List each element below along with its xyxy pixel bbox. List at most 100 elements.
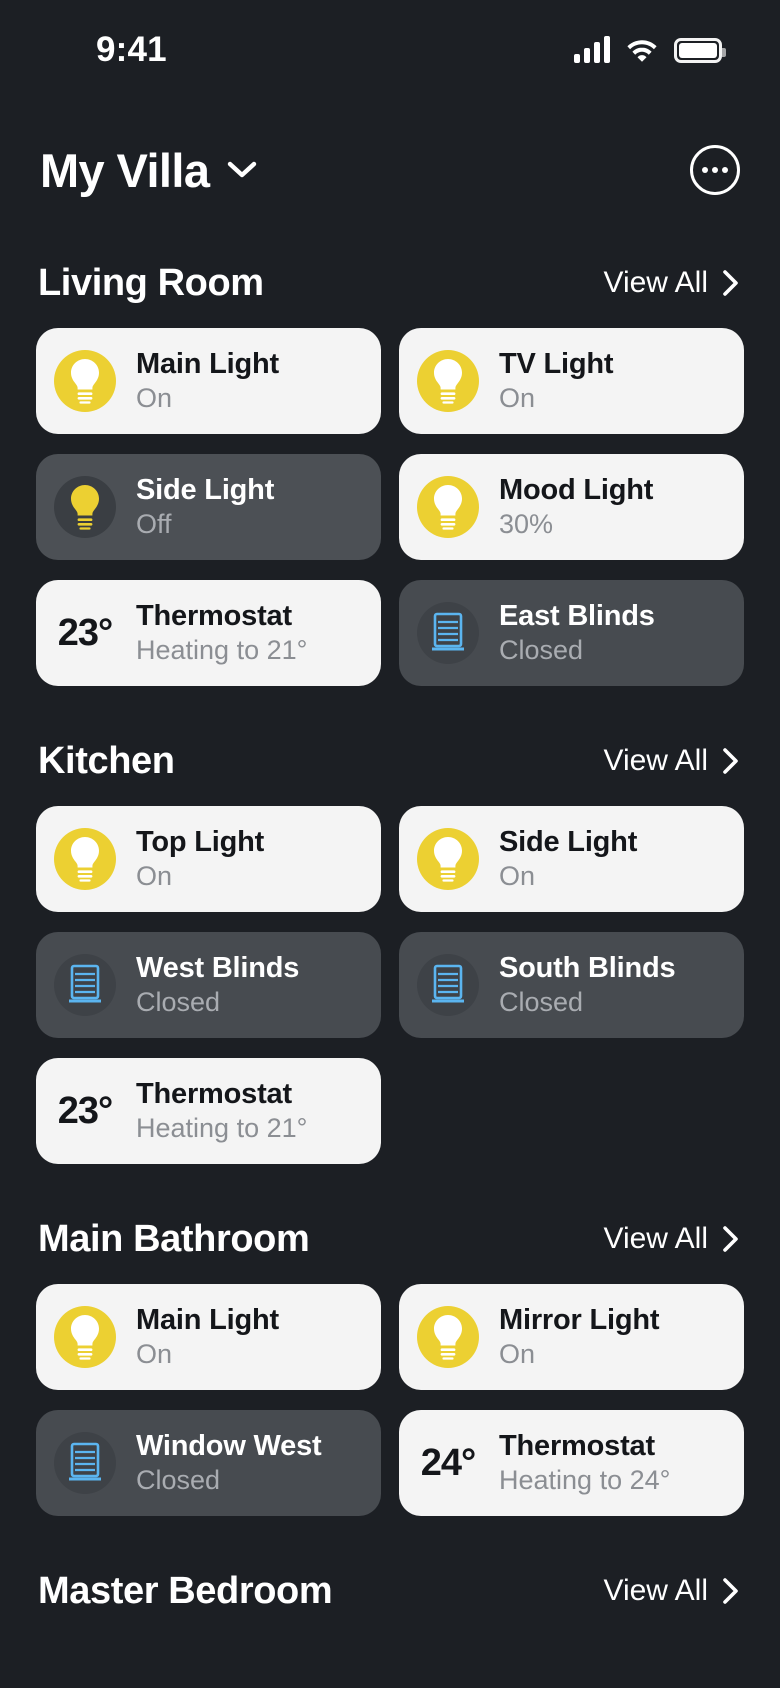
room-section-header: Living Room View All (36, 264, 744, 302)
device-card-text: Window West Closed (136, 1430, 322, 1496)
room-section-header: Kitchen View All (36, 742, 744, 780)
device-card-text: Thermostat Heating to 24° (499, 1429, 671, 1496)
device-card[interactable]: East Blinds Closed (399, 580, 744, 686)
device-state: On (499, 861, 536, 892)
page-title: My Villa (40, 143, 210, 197)
device-icon-wrap (417, 828, 479, 890)
device-grid: Main Light On Mirror Light On Window West Clo… (36, 1284, 744, 1516)
view-all-button[interactable]: View All (603, 746, 740, 776)
device-name: East Blinds (499, 599, 655, 632)
device-card[interactable]: Main Light On (36, 1284, 381, 1390)
device-state: Closed (136, 987, 221, 1018)
status-time: 9:41 (96, 30, 167, 69)
device-name: Side Light (499, 825, 638, 858)
device-name: South Blinds (499, 951, 676, 984)
device-card-text: Side Light On (499, 825, 638, 892)
room-section: Living Room View All Main Light On TV Light O… (36, 264, 744, 686)
device-card-text: Side Light Off (136, 473, 275, 539)
device-name: Top Light (136, 825, 265, 858)
device-card-text: West Blinds Closed (136, 951, 300, 1018)
chevron-down-icon (228, 161, 257, 178)
device-state: Closed (499, 635, 584, 666)
device-state: On (499, 1339, 536, 1370)
device-card-text: Mirror Light On (499, 1303, 660, 1370)
view-all-button[interactable]: View All (603, 268, 740, 298)
status-indicators (574, 36, 726, 63)
device-card[interactable]: 24° Thermostat Heating to 24° (399, 1410, 744, 1516)
device-icon-wrap (54, 1306, 116, 1368)
device-card-text: Top Light On (136, 825, 265, 891)
blinds-icon (432, 612, 464, 651)
device-card[interactable]: 23° Thermostat Heating to 21° (36, 1058, 381, 1164)
room-section: Main Bathroom View All Main Light On Mirror … (36, 1220, 744, 1516)
chevron-right-icon (723, 748, 738, 774)
device-card[interactable]: Main Light On (36, 328, 381, 434)
device-card[interactable]: Mirror Light On (399, 1284, 744, 1390)
view-all-label: View All (603, 744, 708, 777)
device-card[interactable]: West Blinds Closed (36, 932, 381, 1038)
light-bulb-icon (434, 1315, 462, 1360)
device-name: West Blinds (136, 951, 300, 984)
device-icon-wrap (54, 954, 116, 1016)
device-card[interactable]: Top Light On (36, 806, 381, 912)
thermostat-temperature: 24° (420, 1442, 476, 1484)
device-icon-wrap (417, 476, 479, 538)
device-name: Mood Light (499, 473, 654, 506)
device-icon-wrap (54, 476, 116, 538)
room-section: Kitchen View All Top Light On Side Light On We… (36, 742, 744, 1164)
blinds-icon (69, 1442, 101, 1481)
device-state: On (136, 383, 173, 414)
device-name: Main Light (136, 347, 279, 380)
device-name: Side Light (136, 473, 275, 506)
device-state: Heating to 21° (136, 1113, 308, 1144)
more-options-button[interactable] (690, 145, 740, 195)
device-name: Thermostat (499, 1429, 655, 1462)
device-icon-wrap (54, 1432, 116, 1494)
device-card[interactable]: Side Light Off (36, 454, 381, 560)
device-card[interactable]: Window West Closed (36, 1410, 381, 1516)
light-bulb-icon (434, 359, 462, 404)
device-card[interactable]: Side Light On (399, 806, 744, 912)
signal-bars-icon (574, 36, 610, 63)
device-state: Closed (136, 1465, 221, 1496)
device-name: Mirror Light (499, 1303, 660, 1336)
more-dot (722, 167, 728, 173)
light-bulb-icon (71, 837, 99, 882)
device-grid: Top Light On Side Light On West Blinds Closed… (36, 806, 744, 1164)
wifi-icon (627, 40, 657, 62)
view-all-button[interactable]: View All (603, 1576, 740, 1606)
home-switcher[interactable]: My Villa (40, 147, 257, 194)
device-name: Thermostat (136, 599, 292, 632)
device-card-text: Thermostat Heating to 21° (136, 1077, 308, 1144)
blinds-icon (432, 964, 464, 1003)
device-card[interactable]: 23° Thermostat Heating to 21° (36, 580, 381, 686)
view-all-label: View All (603, 1222, 708, 1255)
room-section-header: Master Bedroom View All (36, 1572, 744, 1610)
device-card[interactable]: Mood Light 30% (399, 454, 744, 560)
view-all-label: View All (603, 1574, 708, 1607)
device-state: Heating to 24° (499, 1465, 671, 1496)
device-icon-wrap (417, 954, 479, 1016)
device-icon-wrap (417, 350, 479, 412)
device-icon-wrap (54, 350, 116, 412)
more-dot (702, 167, 708, 173)
device-card-text: East Blinds Closed (499, 599, 655, 666)
view-all-button[interactable]: View All (603, 1224, 740, 1254)
status-bar: 9:41 (0, 0, 780, 100)
light-bulb-icon (71, 485, 99, 530)
app-header: My Villa (0, 100, 780, 212)
room-title: Main Bathroom (38, 1218, 310, 1260)
device-name: Thermostat (136, 1077, 292, 1110)
room-title: Kitchen (38, 740, 175, 782)
light-bulb-icon (71, 1315, 99, 1360)
device-card[interactable]: South Blinds Closed (399, 932, 744, 1038)
device-card-text: Main Light On (136, 1303, 279, 1369)
room-section-header: Main Bathroom View All (36, 1220, 744, 1258)
device-grid: Main Light On TV Light On Side Light Off Mood … (36, 328, 744, 686)
device-name: Main Light (136, 1303, 279, 1336)
device-card[interactable]: TV Light On (399, 328, 744, 434)
device-card-text: Thermostat Heating to 21° (136, 599, 307, 665)
device-card-text: South Blinds Closed (499, 951, 676, 1017)
battery-icon (674, 37, 726, 63)
room-title: Living Room (38, 262, 264, 304)
